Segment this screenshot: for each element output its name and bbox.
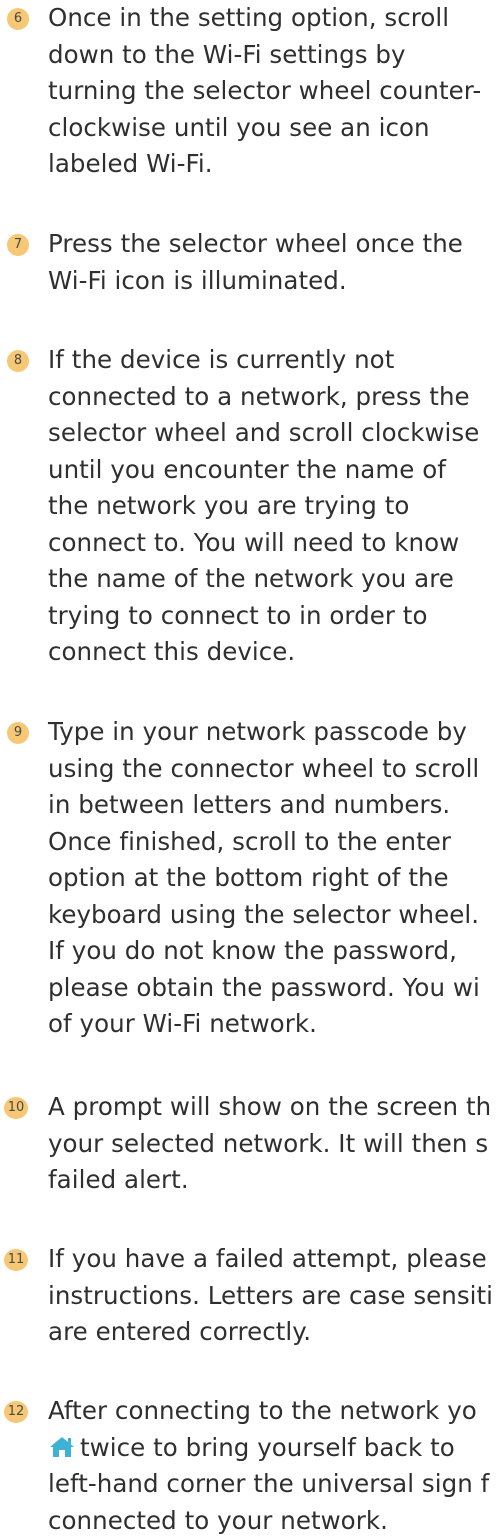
text-line: option at the bottom right of the <box>48 860 480 897</box>
step-number-badge: 11 <box>4 1249 28 1271</box>
text-line: After connecting to the network yo <box>48 1393 489 1430</box>
text-line: Press the selector wheel once the <box>48 226 463 263</box>
text-line: of your Wi-Fi network. <box>48 1006 480 1043</box>
text-line: until you encounter the name of <box>48 452 479 489</box>
text-line: connected to your network. <box>48 1503 489 1539</box>
step-text: Once in the setting option, scroll down … <box>48 0 481 183</box>
text-line: Type in your network passcode by <box>48 714 480 751</box>
text-line: down to the Wi-Fi settings by <box>48 37 481 74</box>
step-text: If the device is currently not connected… <box>48 342 479 671</box>
text-line: connected to a network, press the <box>48 379 479 416</box>
text-line: clockwise until you see an icon <box>48 110 481 147</box>
text-line-content: twice to bring yourself back to <box>80 1433 455 1462</box>
text-line: in between letters and numbers. <box>48 787 480 824</box>
text-line: selector wheel and scroll clockwise <box>48 415 479 452</box>
text-line: If you do not know the password, <box>48 933 480 970</box>
step-text: A prompt will show on the screen th your… <box>48 1089 491 1199</box>
step-number-badge: 9 <box>7 722 29 744</box>
text-line: If you have a failed attempt, please <box>48 1241 493 1278</box>
text-line: failed alert. <box>48 1162 491 1199</box>
text-line: If the device is currently not <box>48 342 479 379</box>
text-line: the network you are trying to <box>48 488 479 525</box>
text-line: your selected network. It will then s <box>48 1126 491 1163</box>
text-line: labeled Wi-Fi. <box>48 146 481 183</box>
step-number-badge: 8 <box>7 350 29 372</box>
step-number-badge: 6 <box>7 8 29 30</box>
text-line: are entered correctly. <box>48 1314 493 1351</box>
text-line: turning the selector wheel counter- <box>48 73 481 110</box>
text-line: A prompt will show on the screen th <box>48 1089 491 1126</box>
step-number-badge: 12 <box>4 1401 28 1423</box>
step-number-badge: 10 <box>4 1097 28 1119</box>
text-line: connect to. You will need to know <box>48 525 479 562</box>
step-number-badge: 7 <box>7 234 29 256</box>
text-line: keyboard using the selector wheel. <box>48 897 480 934</box>
text-line: the name of the network you are <box>48 561 479 598</box>
text-line: please obtain the password. You wi <box>48 970 480 1007</box>
text-line: Wi-Fi icon is illuminated. <box>48 263 463 300</box>
text-line: left-hand corner the universal sign f <box>48 1466 489 1503</box>
text-line: Once finished, scroll to the enter <box>48 824 480 861</box>
text-line: trying to connect to in order to <box>48 598 479 635</box>
text-line: instructions. Letters are case sensiti <box>48 1278 493 1315</box>
home-icon <box>48 1433 76 1457</box>
text-line: connect this device. <box>48 634 479 671</box>
step-text: After connecting to the network yo twice… <box>48 1393 489 1539</box>
text-line: Once in the setting option, scroll <box>48 0 481 37</box>
text-line: twice to bring yourself back to <box>48 1430 489 1467</box>
step-text: Press the selector wheel once the Wi-Fi … <box>48 226 463 299</box>
step-text: If you have a failed attempt, please ins… <box>48 1241 493 1351</box>
text-line: using the connector wheel to scroll <box>48 751 480 788</box>
step-text: Type in your network passcode by using t… <box>48 714 480 1043</box>
